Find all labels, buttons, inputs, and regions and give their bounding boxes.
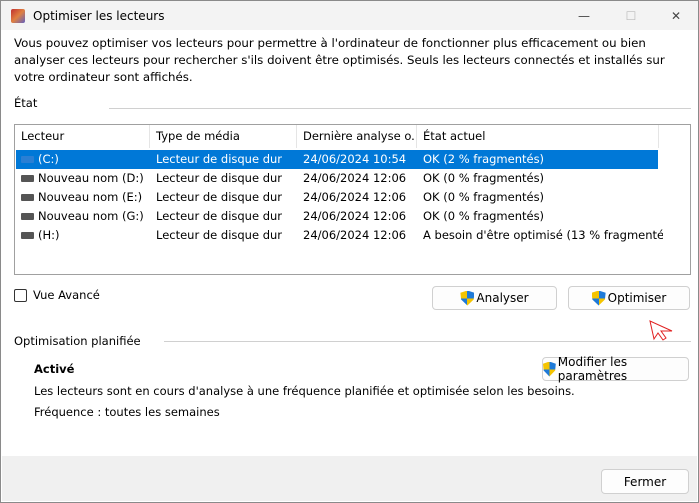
current-state: A besoin d'être optimisé (13 % fragmenté… [423, 228, 663, 242]
last-analysis: 24/06/2024 12:06 [303, 209, 407, 223]
footer-bar [2, 456, 697, 501]
media-type: Lecteur de disque dur [156, 209, 283, 223]
scheduled-status: Activé [34, 362, 75, 376]
drive-icon [21, 175, 34, 182]
uac-shield-icon [543, 361, 556, 377]
divider [109, 108, 691, 109]
column-header-media-type[interactable]: Type de média [150, 125, 297, 148]
drive-name: Nouveau nom (E:) [38, 190, 143, 204]
minimize-button[interactable]: — [561, 1, 607, 30]
table-row[interactable]: Nouveau nom (D:) Lecteur de disque dur 2… [16, 169, 658, 188]
table-row[interactable]: (H:) Lecteur de disque dur 24/06/2024 12… [16, 226, 663, 245]
analyze-button[interactable]: Analyser [432, 286, 557, 310]
advanced-view-label[interactable]: Vue Avancé [33, 288, 100, 302]
drive-icon [21, 194, 34, 201]
optimize-drives-window: Optimiser les lecteurs — ☐ ✕ Vous pouvez… [0, 0, 699, 503]
current-state: OK (0 % fragmentés) [423, 209, 545, 223]
column-header-current-state[interactable]: État actuel [417, 125, 659, 148]
drive-name: (H:) [38, 228, 60, 242]
last-analysis: 24/06/2024 12:06 [303, 190, 407, 204]
description-text: Vous pouvez optimiser vos lecteurs pour … [14, 36, 665, 84]
last-analysis: 24/06/2024 12:06 [303, 171, 407, 185]
divider [164, 341, 691, 342]
media-type: Lecteur de disque dur [156, 152, 283, 166]
drives-list[interactable]: Lecteur Type de média Dernière analyse o… [14, 124, 691, 275]
drive-name: (C:) [38, 152, 59, 166]
current-state: OK (2 % fragmentés) [423, 152, 545, 166]
optimize-label: Optimiser [607, 291, 667, 305]
table-row[interactable]: Nouveau nom (E:) Lecteur de disque dur 2… [16, 188, 658, 207]
window-title: Optimiser les lecteurs [33, 8, 165, 23]
drive-icon [21, 232, 34, 239]
table-row[interactable]: Nouveau nom (G:) Lecteur de disque dur 2… [16, 207, 658, 226]
media-type: Lecteur de disque dur [156, 171, 283, 185]
maximize-button[interactable]: ☐ [608, 1, 654, 30]
media-type: Lecteur de disque dur [156, 190, 283, 204]
uac-shield-icon [460, 290, 475, 306]
mouse-cursor-icon [649, 320, 673, 341]
column-header-drive[interactable]: Lecteur [15, 125, 150, 148]
scheduled-info: Les lecteurs sont en cours d'analyse à u… [34, 384, 575, 398]
drive-name: Nouveau nom (D:) [38, 171, 144, 185]
optimize-button[interactable]: Optimiser [568, 286, 690, 310]
drive-icon [21, 213, 34, 220]
status-section-label: État [14, 96, 38, 110]
modify-settings-label: Modifier les paramètres [557, 355, 628, 383]
analyze-label: Analyser [476, 291, 529, 305]
modify-settings-button[interactable]: Modifier les paramètres [542, 355, 689, 383]
uac-shield-icon [591, 290, 606, 306]
current-state: OK (0 % fragmentés) [423, 171, 545, 185]
close-button[interactable]: Fermer [601, 469, 689, 494]
column-header-last-analysis[interactable]: Dernière analyse o... [297, 125, 417, 148]
scheduled-section-label: Optimisation planifiée [14, 334, 141, 348]
current-state: OK (0 % fragmentés) [423, 190, 545, 204]
title-bar: Optimiser les lecteurs — ☐ ✕ [1, 1, 698, 30]
close-window-button[interactable]: ✕ [653, 1, 699, 30]
media-type: Lecteur de disque dur [156, 228, 283, 242]
last-analysis: 24/06/2024 12:06 [303, 228, 407, 242]
last-analysis: 24/06/2024 10:54 [303, 152, 407, 166]
system-drive-icon [21, 156, 34, 163]
table-row[interactable]: (C:) Lecteur de disque dur 24/06/2024 10… [16, 150, 658, 169]
defrag-app-icon [11, 8, 25, 23]
advanced-view-checkbox[interactable] [14, 289, 27, 302]
drive-name: Nouveau nom (G:) [38, 209, 144, 223]
scheduled-frequency: Fréquence : toutes les semaines [34, 405, 220, 419]
